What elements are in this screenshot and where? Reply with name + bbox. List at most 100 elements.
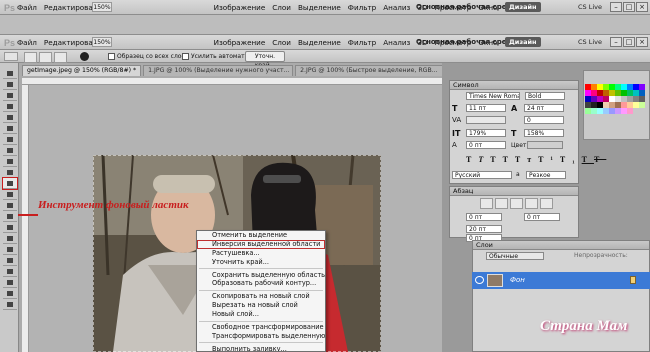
- visibility-eye-icon[interactable]: [475, 276, 484, 284]
- eraser-tool-icon[interactable]: [2, 177, 18, 190]
- subscript-icon[interactable]: T₁: [560, 155, 582, 164]
- workspace-label-secondary[interactable]: Основная рабочая среда: [416, 38, 517, 46]
- brush-tool-icon[interactable]: [3, 145, 17, 156]
- menu-item[interactable]: Файл: [17, 3, 37, 12]
- healing-brush-tool-icon[interactable]: [3, 134, 17, 145]
- subtract-selection-icon[interactable]: [54, 52, 67, 63]
- horizontal-scale-field[interactable]: 158%: [524, 129, 564, 137]
- menu-item[interactable]: Изображение: [214, 38, 266, 47]
- zoom-display-secondary[interactable]: 150%: [92, 37, 112, 47]
- justify-icon[interactable]: [525, 198, 538, 209]
- close-icon[interactable]: ×: [636, 2, 648, 12]
- menu-item[interactable]: Изображение: [214, 3, 266, 12]
- context-menu-item[interactable]: Выполнить заливку...: [197, 345, 325, 351]
- leading-field[interactable]: 24 пт: [524, 104, 564, 112]
- first-line-field[interactable]: 20 пт: [466, 225, 502, 233]
- cslive-button[interactable]: CS Live: [578, 3, 602, 11]
- blur-tool-icon[interactable]: [3, 200, 17, 211]
- antialias-select[interactable]: Резкое: [526, 171, 566, 179]
- blend-mode-select[interactable]: Обычные: [486, 252, 544, 260]
- document-tab[interactable]: 2.JPG @ 100% (Быстрое выделение, RGB...: [295, 65, 442, 76]
- document-tab[interactable]: getImage.jpeg @ 150% (RGB/8#) *: [22, 65, 142, 76]
- zoom-tool-icon[interactable]: [3, 288, 17, 299]
- menu-item[interactable]: Выделение: [298, 3, 341, 12]
- font-family-select[interactable]: Times New Roman: [466, 92, 520, 100]
- text-color-swatch[interactable]: [527, 141, 563, 149]
- history-brush-tool-icon[interactable]: [3, 167, 17, 178]
- underline-icon[interactable]: T: [582, 155, 594, 164]
- context-menu-item[interactable]: Новый слой...: [197, 310, 325, 319]
- foreground-color-icon[interactable]: [3, 299, 17, 310]
- path-selection-tool-icon[interactable]: [3, 244, 17, 255]
- font-size-field[interactable]: 11 пт: [466, 104, 506, 112]
- menu-item[interactable]: Слои: [272, 38, 291, 47]
- layer-row[interactable]: Фон: [472, 272, 650, 289]
- menu-item[interactable]: Фильтр: [348, 38, 376, 47]
- hand-tool-icon[interactable]: [3, 277, 17, 288]
- superscript-icon[interactable]: T¹: [538, 155, 560, 164]
- crop-tool-icon[interactable]: [3, 112, 17, 123]
- add-selection-icon[interactable]: [39, 52, 52, 63]
- pen-tool-icon[interactable]: [3, 222, 17, 233]
- cslive-button-secondary[interactable]: CS Live: [578, 38, 602, 46]
- menu-item[interactable]: Файл: [17, 38, 37, 47]
- maximize-icon[interactable]: □: [623, 37, 635, 47]
- all-caps-icon[interactable]: TT: [490, 155, 515, 164]
- dodge-tool-icon[interactable]: [3, 211, 17, 222]
- vertical-scale-field[interactable]: 179%: [466, 129, 506, 137]
- quick-selection-tool-icon[interactable]: [3, 101, 17, 112]
- brush-size-icon[interactable]: [80, 52, 89, 61]
- 3d-rotate-tool-icon[interactable]: [3, 266, 17, 277]
- faux-italic-icon[interactable]: T: [478, 155, 490, 164]
- move-tool-icon[interactable]: [3, 68, 17, 79]
- new-selection-icon[interactable]: [24, 52, 37, 63]
- document-tab[interactable]: 1.JPG @ 100% (Выделение нужного участ...: [143, 65, 294, 76]
- indent-left-field[interactable]: 0 пт: [466, 213, 502, 221]
- paragraph-panel-tab[interactable]: Абзац: [450, 187, 578, 196]
- menu-item[interactable]: Выделение: [298, 38, 341, 47]
- eyedropper-tool-icon[interactable]: [3, 123, 17, 134]
- options-tool-icon[interactable]: [4, 52, 18, 61]
- font-style-select[interactable]: Bold: [525, 92, 565, 100]
- kerning-field[interactable]: [466, 116, 506, 124]
- indent-right-field[interactable]: 0 пт: [524, 213, 560, 221]
- workspace-label[interactable]: Основная рабочая среда: [416, 3, 517, 11]
- minimize-icon[interactable]: –: [610, 2, 622, 12]
- close-icon[interactable]: ×: [636, 37, 648, 47]
- menu-item[interactable]: Анализ: [383, 3, 410, 12]
- justify-all-icon[interactable]: [540, 198, 553, 209]
- menu-item[interactable]: Анализ: [383, 38, 410, 47]
- layers-panel-tab[interactable]: Слои: [473, 241, 649, 250]
- align-center-icon[interactable]: [495, 198, 508, 209]
- gradient-tool-icon[interactable]: [3, 189, 17, 200]
- context-menu-item[interactable]: Трансформировать выделенную область: [197, 332, 325, 341]
- language-select[interactable]: Русский: [452, 171, 512, 179]
- context-menu-item[interactable]: Растушевка...: [197, 249, 325, 258]
- context-menu-item[interactable]: Уточнить край...: [197, 258, 325, 267]
- design-button-secondary[interactable]: Дизайн: [505, 37, 541, 47]
- shape-tool-icon[interactable]: [3, 255, 17, 266]
- faux-bold-icon[interactable]: T: [466, 155, 478, 164]
- lasso-tool-icon[interactable]: [3, 90, 17, 101]
- type-tool-icon[interactable]: [3, 233, 17, 244]
- character-panel-tab[interactable]: Символ: [450, 81, 578, 90]
- refine-edge-button[interactable]: Уточн. край...: [245, 51, 285, 69]
- context-menu-item[interactable]: Инверсия выделенной области: [197, 239, 325, 249]
- menu-item[interactable]: Слои: [272, 3, 291, 12]
- context-menu-item[interactable]: Образовать рабочий контур...: [197, 279, 325, 288]
- zoom-display[interactable]: 150%: [92, 2, 112, 12]
- context-menu-item[interactable]: Свободное трансформирование: [197, 323, 325, 332]
- strikethrough-icon[interactable]: T: [594, 155, 606, 164]
- minimize-icon[interactable]: –: [610, 37, 622, 47]
- menu-item[interactable]: Фильтр: [348, 3, 376, 12]
- design-button[interactable]: Дизайн: [505, 2, 541, 12]
- context-menu-item[interactable]: Скопировать на новый слой: [197, 292, 325, 301]
- clone-stamp-tool-icon[interactable]: [3, 156, 17, 167]
- maximize-icon[interactable]: □: [623, 2, 635, 12]
- color-swatch[interactable]: [627, 108, 633, 114]
- color-swatch[interactable]: [639, 102, 645, 108]
- small-caps-icon[interactable]: Tт: [515, 155, 538, 164]
- context-menu-item[interactable]: Сохранить выделенную область...: [197, 271, 325, 280]
- context-menu-item[interactable]: Вырезать на новый слой: [197, 301, 325, 310]
- auto-enhance-checkbox[interactable]: [182, 53, 189, 60]
